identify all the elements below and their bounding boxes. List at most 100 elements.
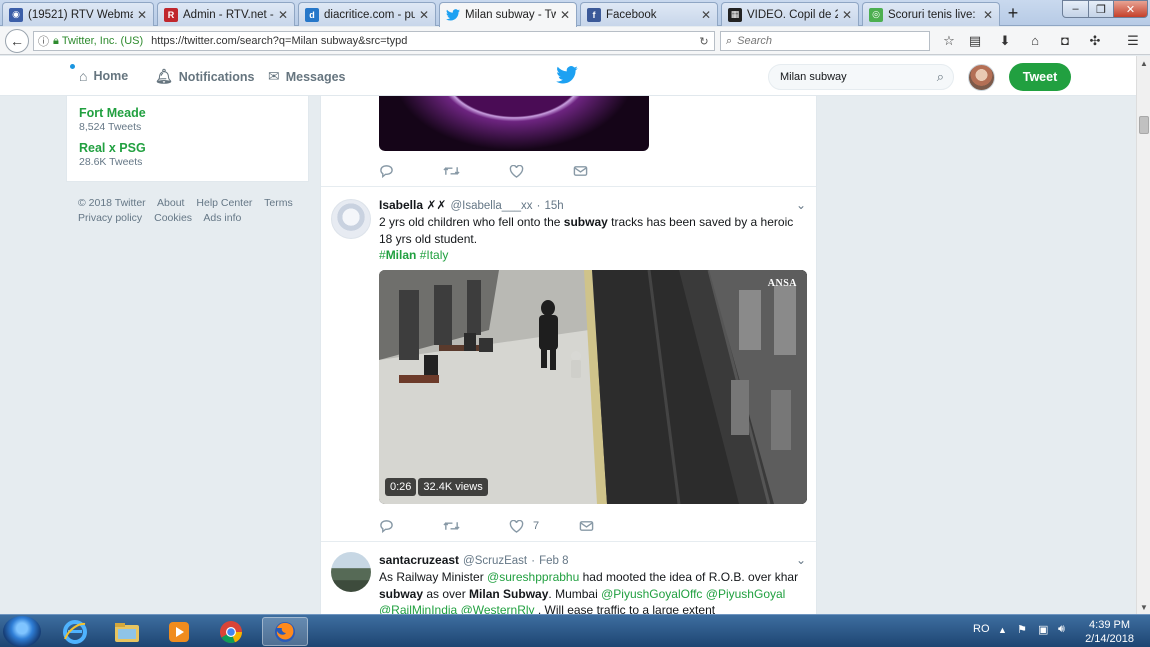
close-window-button[interactable]: ✕ (1113, 0, 1148, 18)
tweet-button[interactable]: Tweet (1009, 63, 1071, 91)
hashtag-italy[interactable]: #Italy (420, 248, 449, 262)
address-bar[interactable]: ⓘ 🔒︎ Twitter, Inc. (US) https://twitter.… (33, 31, 715, 51)
tweet-author-name[interactable]: santacruzeast (379, 553, 459, 567)
chrome-icon[interactable] (208, 617, 254, 646)
tweet-author-avatar[interactable] (331, 552, 371, 592)
like-button[interactable]: 7 (509, 519, 539, 533)
mention-link[interactable]: @sureshpprabhu (487, 570, 579, 584)
reply-icon[interactable] (379, 164, 394, 178)
mention-link[interactable]: @PiyushGoyalOffc (601, 587, 702, 601)
scroll-up-arrow-icon[interactable]: ▲ (1137, 56, 1150, 70)
chevron-down-icon[interactable]: ⌄ (796, 553, 806, 567)
input-language[interactable]: RO (973, 623, 990, 635)
file-explorer-icon[interactable] (104, 617, 150, 646)
twitter-search-input[interactable]: Milan subway ⌕ (768, 64, 954, 90)
mention-link[interactable]: @RailMinIndia (379, 603, 457, 614)
trend-name[interactable]: Fort Meade (79, 106, 296, 120)
back-button[interactable]: ← (5, 29, 29, 53)
close-tab-icon[interactable]: ✕ (278, 8, 288, 22)
trend-item[interactable]: Fort Meade 8,524 Tweets (79, 106, 296, 133)
chevron-down-icon[interactable]: ⌄ (796, 198, 806, 212)
browser-search-input[interactable]: ⌕ Search (720, 31, 930, 51)
tweet-timestamp[interactable]: Feb 8 (539, 555, 568, 567)
tweet-item[interactable]: Isabella ✗✗ @Isabella___xx · 15h ⌄ 2 yrs… (321, 187, 816, 542)
nav-home[interactable]: ⌂ Home (79, 68, 128, 84)
hamburger-menu-icon[interactable]: ☰ (1124, 33, 1142, 49)
download-icon[interactable]: ⬇ (996, 33, 1014, 49)
tweet-text: As Railway Minister @sureshpprabhu had m… (379, 569, 807, 614)
footer-link-cookies[interactable]: Cookies (154, 212, 192, 224)
hashtag-milan[interactable]: #Milan (379, 248, 416, 262)
close-tab-icon[interactable]: ✕ (419, 8, 429, 22)
scroll-down-arrow-icon[interactable]: ▼ (1137, 600, 1150, 614)
action-center-flag-icon[interactable]: ⚑ (1017, 623, 1027, 636)
footer-link-terms[interactable]: Terms (264, 197, 293, 209)
close-tab-icon[interactable]: ✕ (983, 8, 993, 22)
browser-tab-scoruri-tenis[interactable]: ◎ Scoruri tenis live: re: ✕ (862, 2, 1000, 26)
browser-tab-rtv-webmail[interactable]: ◉ (19521) RTV Webmai ✕ (2, 2, 154, 26)
mention-link[interactable]: @PiyushGoyal (706, 587, 786, 601)
scrollbar-thumb[interactable] (1139, 116, 1149, 134)
diacritice-favicon-icon: d (305, 7, 319, 22)
like-heart-icon[interactable] (509, 164, 524, 178)
browser-tab-diacritice[interactable]: d diacritice.com - pun ✕ (298, 2, 436, 26)
windows-start-button[interactable] (3, 616, 41, 647)
user-avatar[interactable] (968, 64, 995, 91)
footer-link-ads[interactable]: Ads info (203, 212, 241, 224)
info-icon[interactable]: ⓘ (38, 33, 49, 49)
mention-link[interactable]: @WesternRly (461, 603, 535, 614)
firefox-icon[interactable] (262, 617, 308, 646)
close-tab-icon[interactable]: ✕ (701, 8, 711, 22)
retweet-icon[interactable] (443, 165, 460, 177)
tweet-author-handle[interactable]: @ScruzEast (463, 555, 527, 567)
minimize-window-button[interactable]: – (1062, 0, 1089, 18)
media-player-icon[interactable] (156, 617, 202, 646)
twitter-bird-logo-icon[interactable] (556, 66, 578, 84)
rtv-favicon-icon: R (164, 7, 178, 22)
extension-icon[interactable]: ✣ (1086, 33, 1104, 49)
search-icon[interactable]: ⌕ (937, 69, 944, 85)
network-icon[interactable]: ▣ (1038, 623, 1048, 636)
url-text[interactable]: https://twitter.com/search?q=Milan subwa… (151, 35, 694, 47)
pocket-icon[interactable]: ◘ (1056, 33, 1074, 49)
close-tab-icon[interactable]: ✕ (842, 8, 852, 22)
system-clock[interactable]: 4:39 PM 2/14/2018 (1085, 618, 1134, 646)
tweet-media-image[interactable] (379, 96, 649, 151)
trend-name[interactable]: Real x PSG (79, 141, 296, 155)
bookmark-star-icon[interactable]: ☆ (940, 33, 958, 49)
trend-item[interactable]: Real x PSG 28.6K Tweets (79, 141, 296, 168)
browser-tab-milan-subway[interactable]: Milan subway - Twit ✕ (439, 2, 577, 27)
nav-messages[interactable]: ✉ Messages (268, 68, 346, 85)
tweet-timestamp[interactable]: 15h (544, 200, 563, 212)
tweet-item[interactable] (321, 96, 816, 187)
close-tab-icon[interactable]: ✕ (560, 8, 570, 22)
internet-explorer-icon[interactable] (52, 617, 98, 646)
close-tab-icon[interactable]: ✕ (137, 8, 147, 22)
tweet-video-player[interactable]: ANSA 0:26 32.4K views (379, 270, 807, 504)
direct-message-icon[interactable] (573, 165, 588, 177)
footer-link-privacy[interactable]: Privacy policy (78, 212, 142, 224)
retweet-icon[interactable] (443, 520, 460, 532)
home-icon[interactable]: ⌂ (1026, 33, 1044, 49)
direct-message-icon[interactable] (579, 520, 594, 532)
tweet-author-handle[interactable]: @Isabella___xx (450, 200, 532, 212)
volume-icon[interactable]: 🔊︎ (1058, 623, 1065, 636)
reading-list-icon[interactable]: ▤ (966, 33, 984, 49)
footer-link-about[interactable]: About (157, 197, 184, 209)
browser-tab-facebook[interactable]: f Facebook ✕ (580, 2, 718, 26)
tweet-item[interactable]: santacruzeast @ScruzEast · Feb 8 ⌄ As Ra… (321, 542, 816, 614)
tweet-author-avatar[interactable] (331, 199, 371, 239)
footer-link-help[interactable]: Help Center (196, 197, 252, 209)
tweet-author-name[interactable]: Isabella ✗✗ (379, 198, 446, 212)
nav-notifications[interactable]: 🔔︎ Notifications (155, 68, 254, 85)
browser-tab-video-copil[interactable]: ▦ VIDEO. Copil de 2 ar ✕ (721, 2, 859, 26)
text-segment: as over (423, 586, 470, 601)
browser-tab-rtv-admin[interactable]: R Admin - RTV.net - ✕ (157, 2, 295, 26)
text-segment: As Railway Minister (379, 570, 488, 584)
show-hidden-icons-icon[interactable]: ▲ (998, 625, 1007, 635)
reply-icon[interactable] (379, 519, 394, 533)
page-scrollbar[interactable]: ▲ ▼ (1136, 56, 1150, 614)
maximize-window-button[interactable]: ❐ (1088, 0, 1114, 18)
new-tab-button[interactable]: + (1002, 3, 1024, 24)
reload-icon[interactable]: ↻ (694, 35, 714, 48)
